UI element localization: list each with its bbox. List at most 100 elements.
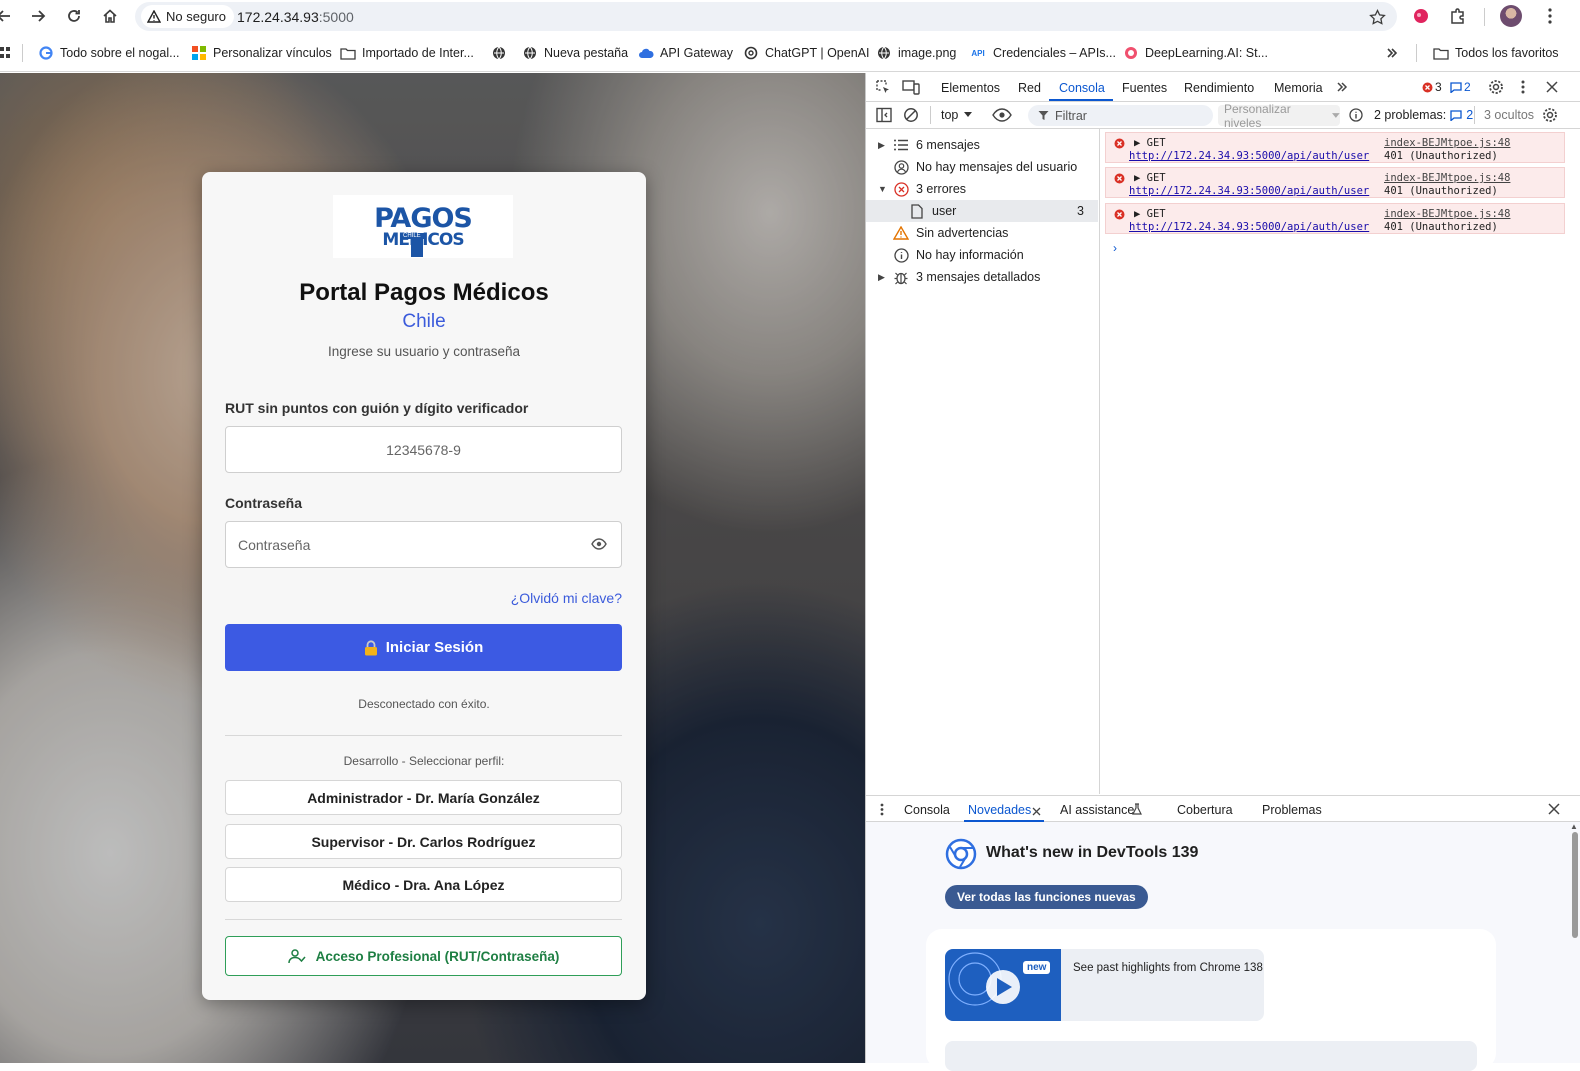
more-tabs-icon[interactable] [1336, 81, 1348, 96]
flask-icon [1132, 803, 1142, 818]
star-icon [1368, 8, 1386, 25]
bookmark-api-gateway[interactable]: API Gateway [638, 43, 733, 63]
drawer-tab-novedades[interactable]: Novedades [968, 803, 1031, 817]
log-levels-dropdown[interactable]: Personalizar niveles [1218, 102, 1340, 130]
issue-counter[interactable]: 2 [1450, 80, 1471, 94]
browser-menu-icon[interactable] [1538, 4, 1562, 28]
list-icon [892, 136, 910, 154]
bookmarks-overflow-icon[interactable] [1386, 43, 1398, 63]
drawer-menu-icon[interactable] [880, 803, 884, 819]
folder-icon [1433, 45, 1449, 61]
openai-icon [743, 45, 759, 61]
extensions-puzzle-icon[interactable] [1446, 4, 1470, 28]
all-bookmarks-folder[interactable]: Todos los favoritos [1433, 43, 1559, 63]
sidebar-item-usuario[interactable]: No hay mensajes del usuario [866, 156, 1098, 178]
bookmark-credenciales[interactable]: API Credenciales – APIs... [969, 43, 1116, 63]
drawer-tab-cobertura[interactable]: Cobertura [1177, 803, 1233, 817]
bookmark-chatgpt[interactable]: ChatGPT | OpenAI [743, 43, 869, 63]
context-selector[interactable]: top [941, 108, 973, 122]
close-devtools-icon[interactable] [1546, 81, 1558, 96]
scroll-up-arrow-icon[interactable]: ▲ [1570, 822, 1578, 831]
drawer-tab-consola[interactable]: Consola [904, 803, 950, 817]
sidebar-item-informacion[interactable]: No hay información [866, 244, 1098, 266]
drawer-scrollbar[interactable] [1572, 832, 1578, 938]
expand-arrow-icon[interactable]: ▶ [878, 140, 892, 151]
profile-avatar[interactable] [1500, 5, 1522, 27]
logo-chile-badge: CHILE [400, 233, 424, 239]
console-settings-gear-icon[interactable] [1542, 107, 1558, 126]
highlight-item[interactable]: new See past highlights from Chrome 138 [945, 949, 1264, 1021]
whats-new-title: What's new in DevTools 139 [986, 844, 1199, 861]
sidebar-item-errores[interactable]: ▼ 3 errores [866, 178, 1098, 200]
profile-button-supervisor[interactable]: Supervisor - Dr. Carlos Rodríguez [225, 824, 622, 859]
error-counter[interactable]: 3 [1422, 80, 1442, 94]
message-icon [1450, 109, 1462, 121]
drawer-tab-ai-assistance[interactable]: AI assistance [1060, 803, 1134, 817]
bookmark-nueva-pestana[interactable]: Nueva pestaña [522, 43, 628, 63]
sidebar-item-detallados[interactable]: ▶ 3 mensajes detallados [866, 266, 1098, 288]
error-source-link[interactable]: index-BEJMtpoe.js:48 [1384, 137, 1510, 149]
tab-fuentes[interactable]: Fuentes [1122, 81, 1167, 95]
forward-arrow-icon [32, 10, 46, 22]
profile-button-medico[interactable]: Médico - Dra. Ana López [225, 867, 622, 902]
bookmark-folder-importado[interactable]: Importado de Inter... [340, 43, 474, 63]
highlights-card: new See past highlights from Chrome 138 [926, 929, 1496, 1071]
rut-input[interactable]: 12345678-9 [225, 426, 622, 473]
show-password-eye-icon[interactable] [591, 537, 607, 551]
bookmark-image[interactable]: image.png [876, 43, 956, 63]
error-url-link[interactable]: http://172.24.34.93:5000/api/auth/user [1129, 185, 1369, 197]
bookmark-personalizar[interactable]: Personalizar vínculos [191, 43, 332, 63]
expand-arrow-icon[interactable]: ▶ [878, 272, 892, 283]
password-input[interactable]: Contraseña [225, 521, 622, 568]
sidebar-item-user[interactable]: user 3 [866, 200, 1098, 222]
sidebar-item-mensajes[interactable]: ▶ 6 mensajes [866, 134, 1098, 156]
tab-red[interactable]: Red [1018, 81, 1041, 95]
console-error-row[interactable]: ▶ GET index-BEJMtpoe.js:48 http://172.24… [1105, 203, 1565, 234]
home-button[interactable] [98, 4, 122, 28]
bookmark-globe[interactable] [491, 43, 507, 63]
profile-button-admin[interactable]: Administrador - Dr. María González [225, 780, 622, 815]
console-filter-input[interactable]: Filtrar [1028, 105, 1213, 126]
address-bar[interactable]: No seguro 172.24.34.93:5000 [135, 2, 1397, 31]
bookmark-google[interactable]: Todo sobre el nogal... [38, 43, 180, 63]
problems-label: 2 problemas: [1374, 108, 1447, 122]
professional-access-button[interactable]: Acceso Profesional (RUT/Contraseña) [225, 936, 622, 976]
console-error-row[interactable]: ▶ GET index-BEJMtpoe.js:48 http://172.24… [1105, 167, 1565, 198]
tab-rendimiento[interactable]: Rendimiento [1184, 81, 1254, 95]
apps-icon[interactable] [0, 43, 10, 63]
tab-memoria[interactable]: Memoria [1274, 81, 1323, 95]
extension-brain-icon[interactable] [1409, 4, 1433, 28]
active-tab-indicator [1049, 99, 1113, 101]
forgot-password-link[interactable]: ¿Olvidó mi clave? [511, 590, 622, 606]
login-button[interactable]: Iniciar Sesión [225, 624, 622, 671]
live-expression-eye-icon[interactable] [992, 108, 1012, 125]
reload-button[interactable] [62, 4, 86, 28]
collapse-arrow-icon[interactable]: ▼ [878, 184, 892, 194]
settings-gear-icon[interactable] [1488, 79, 1504, 98]
bookmark-star-button[interactable] [1365, 5, 1389, 29]
problems-link[interactable]: 2 problemas: 2 [1374, 108, 1473, 122]
tab-elementos[interactable]: Elementos [941, 81, 1000, 95]
tab-consola[interactable]: Consola [1059, 81, 1105, 95]
highlight-item-next[interactable] [945, 1041, 1477, 1071]
security-chip[interactable]: No seguro [141, 5, 234, 28]
error-source-link[interactable]: index-BEJMtpoe.js:48 [1384, 172, 1510, 184]
console-prompt-icon[interactable]: › [1113, 241, 1117, 255]
clear-console-icon[interactable] [903, 107, 919, 126]
error-url-link[interactable]: http://172.24.34.93:5000/api/auth/user [1129, 221, 1369, 233]
see-all-features-button[interactable]: Ver todas las funciones nuevas [945, 885, 1148, 909]
sidebar-toggle-icon[interactable] [876, 107, 892, 126]
close-tab-icon[interactable] [1032, 804, 1041, 819]
console-error-row[interactable]: ▶ GET index-BEJMtpoe.js:48 http://172.24… [1105, 132, 1565, 163]
device-toolbar-icon[interactable] [902, 79, 920, 98]
back-button[interactable] [0, 4, 16, 28]
bookmark-deeplearning[interactable]: DeepLearning.AI: St... [1123, 43, 1268, 63]
drawer-tab-problemas[interactable]: Problemas [1262, 803, 1322, 817]
sidebar-item-advertencias[interactable]: Sin advertencias [866, 222, 1098, 244]
inspect-element-icon[interactable] [875, 79, 891, 98]
close-drawer-icon[interactable] [1548, 803, 1560, 818]
devtools-menu-icon[interactable] [1521, 80, 1525, 97]
error-url-link[interactable]: http://172.24.34.93:5000/api/auth/user [1129, 150, 1369, 162]
error-source-link[interactable]: index-BEJMtpoe.js:48 [1384, 208, 1510, 220]
forward-button[interactable] [26, 4, 50, 28]
